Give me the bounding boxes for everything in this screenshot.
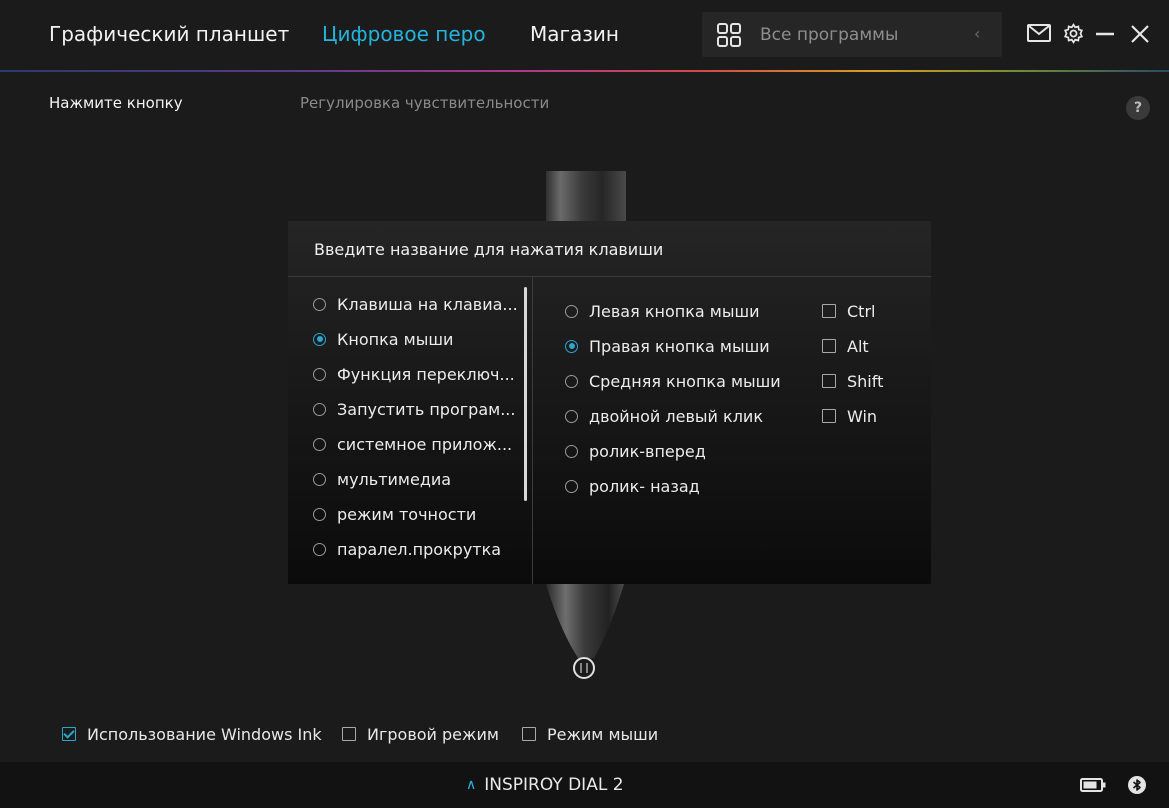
checkbox-icon <box>822 339 836 353</box>
status-bar: ∧ INSPIROY DIAL 2 <box>0 762 1169 808</box>
modifier-label: Alt <box>847 336 869 356</box>
radio-icon <box>565 374 578 388</box>
category-scrollbar[interactable] <box>524 287 527 501</box>
checkbox-icon <box>522 727 536 741</box>
option-scroll-forward[interactable]: ролик-вперед <box>565 440 706 462</box>
dialog-divider <box>288 276 931 277</box>
category-label: Запустить програм... <box>337 399 516 419</box>
device-name: INSPIROY DIAL 2 <box>484 775 624 795</box>
grid-icon <box>717 23 741 47</box>
pen-body-image <box>546 171 626 223</box>
mail-icon[interactable] <box>1027 24 1051 42</box>
modifier-win[interactable]: Win <box>822 405 877 427</box>
radio-icon <box>313 507 326 521</box>
radio-icon <box>313 367 326 381</box>
category-run-program[interactable]: Запустить програм... <box>313 398 515 420</box>
category-label: мультимедиа <box>337 469 452 489</box>
modifier-label: Win <box>847 406 878 426</box>
option-label: Правая кнопка мыши <box>589 336 770 356</box>
tab-digital-pen[interactable]: Цифровое перо <box>322 22 486 46</box>
radio-icon <box>313 402 326 416</box>
option-label: ролик-вперед <box>589 441 706 461</box>
category-precision-mode[interactable]: режим точности <box>313 503 476 525</box>
option-left-mouse-button[interactable]: Левая кнопка мыши <box>565 300 760 322</box>
category-switch-function[interactable]: Функция переключ... <box>313 363 515 385</box>
chevron-up-icon: ∧ <box>466 777 477 793</box>
option-label: ролик- назад <box>589 476 700 496</box>
battery-icon <box>1080 778 1106 792</box>
modifier-shift[interactable]: Shift <box>822 370 883 392</box>
mouse-mode-checkbox[interactable]: Режим мыши <box>522 724 658 744</box>
option-label: Левая кнопка мыши <box>589 301 760 321</box>
option-right-mouse-button[interactable]: Правая кнопка мыши <box>565 335 770 357</box>
checkbox-icon <box>822 409 836 423</box>
column-divider <box>532 277 533 584</box>
modifier-alt[interactable]: Alt <box>822 335 869 357</box>
app-selector[interactable]: Все программы ‹ <box>702 12 1002 57</box>
chevron-left-icon[interactable]: ‹ <box>974 24 980 43</box>
category-label: Клавиша на клавиа... <box>337 294 518 314</box>
category-system-app[interactable]: системное прилож... <box>313 433 512 455</box>
radio-icon <box>565 409 578 423</box>
option-label: двойной левый клик <box>589 406 763 426</box>
category-label: системное прилож... <box>337 434 513 454</box>
category-label: Функция переключ... <box>337 364 515 384</box>
option-scroll-back[interactable]: ролик- назад <box>565 475 700 497</box>
category-multimedia[interactable]: мультимедиа <box>313 468 451 490</box>
category-mouse-button[interactable]: Кнопка мыши <box>313 328 453 350</box>
subtab-sensitivity[interactable]: Регулировка чувствительности <box>300 94 549 112</box>
category-label: Кнопка мыши <box>337 329 454 349</box>
pen-tip-image <box>546 584 624 679</box>
checkbox-icon <box>342 727 356 741</box>
category-label: паралел.прокрутка <box>337 539 502 559</box>
checkbox-icon <box>822 304 836 318</box>
category-parallel-scroll[interactable]: паралел.прокрутка <box>313 538 501 560</box>
windows-ink-checkbox[interactable]: Использование Windows Ink <box>62 724 322 744</box>
help-icon[interactable]: ? <box>1126 96 1150 120</box>
tab-store[interactable]: Магазин <box>530 22 619 46</box>
modifier-label: Ctrl <box>847 301 876 321</box>
game-mode-checkbox[interactable]: Игровой режим <box>342 724 499 744</box>
checkbox-icon <box>822 374 836 388</box>
device-selector[interactable]: ∧ INSPIROY DIAL 2 <box>466 775 624 795</box>
bluetooth-icon <box>1128 776 1146 794</box>
app-selector-label: Все программы <box>760 25 899 45</box>
game-mode-label: Игровой режим <box>367 724 499 744</box>
radio-icon <box>313 437 326 451</box>
checkbox-checked-icon <box>62 727 76 741</box>
option-double-left-click[interactable]: двойной левый клик <box>565 405 763 427</box>
dialog-title: Введите название для нажатия клавиши <box>314 240 664 259</box>
radio-selected-icon <box>313 332 326 346</box>
radio-icon <box>313 297 326 311</box>
tab-graphic-tablet[interactable]: Графический планшет <box>49 22 289 46</box>
radio-icon <box>313 542 326 556</box>
radio-icon <box>565 304 578 318</box>
radio-icon <box>313 472 326 486</box>
option-middle-mouse-button[interactable]: Средняя кнопка мыши <box>565 370 781 392</box>
gear-icon[interactable] <box>1063 23 1084 44</box>
radio-icon <box>565 479 578 493</box>
modifier-ctrl[interactable]: Ctrl <box>822 300 875 322</box>
category-keyboard-key[interactable]: Клавиша на клавиа... <box>313 293 518 315</box>
radio-icon <box>565 444 578 458</box>
close-icon[interactable] <box>1130 24 1150 44</box>
subtab-press-button[interactable]: Нажмите кнопку <box>49 94 183 112</box>
minimize-icon[interactable] <box>1095 24 1115 44</box>
top-bar: Графический планшет Цифровое перо Магази… <box>0 0 1169 70</box>
header-divider <box>0 70 1169 72</box>
mouse-mode-label: Режим мыши <box>547 724 659 744</box>
windows-ink-label: Использование Windows Ink <box>87 724 322 744</box>
modifier-label: Shift <box>847 371 884 391</box>
radio-selected-icon <box>565 339 578 353</box>
option-label: Средняя кнопка мыши <box>589 371 781 391</box>
category-label: режим точности <box>337 504 477 524</box>
keystroke-dialog: Введите название для нажатия клавиши Кла… <box>288 221 931 584</box>
